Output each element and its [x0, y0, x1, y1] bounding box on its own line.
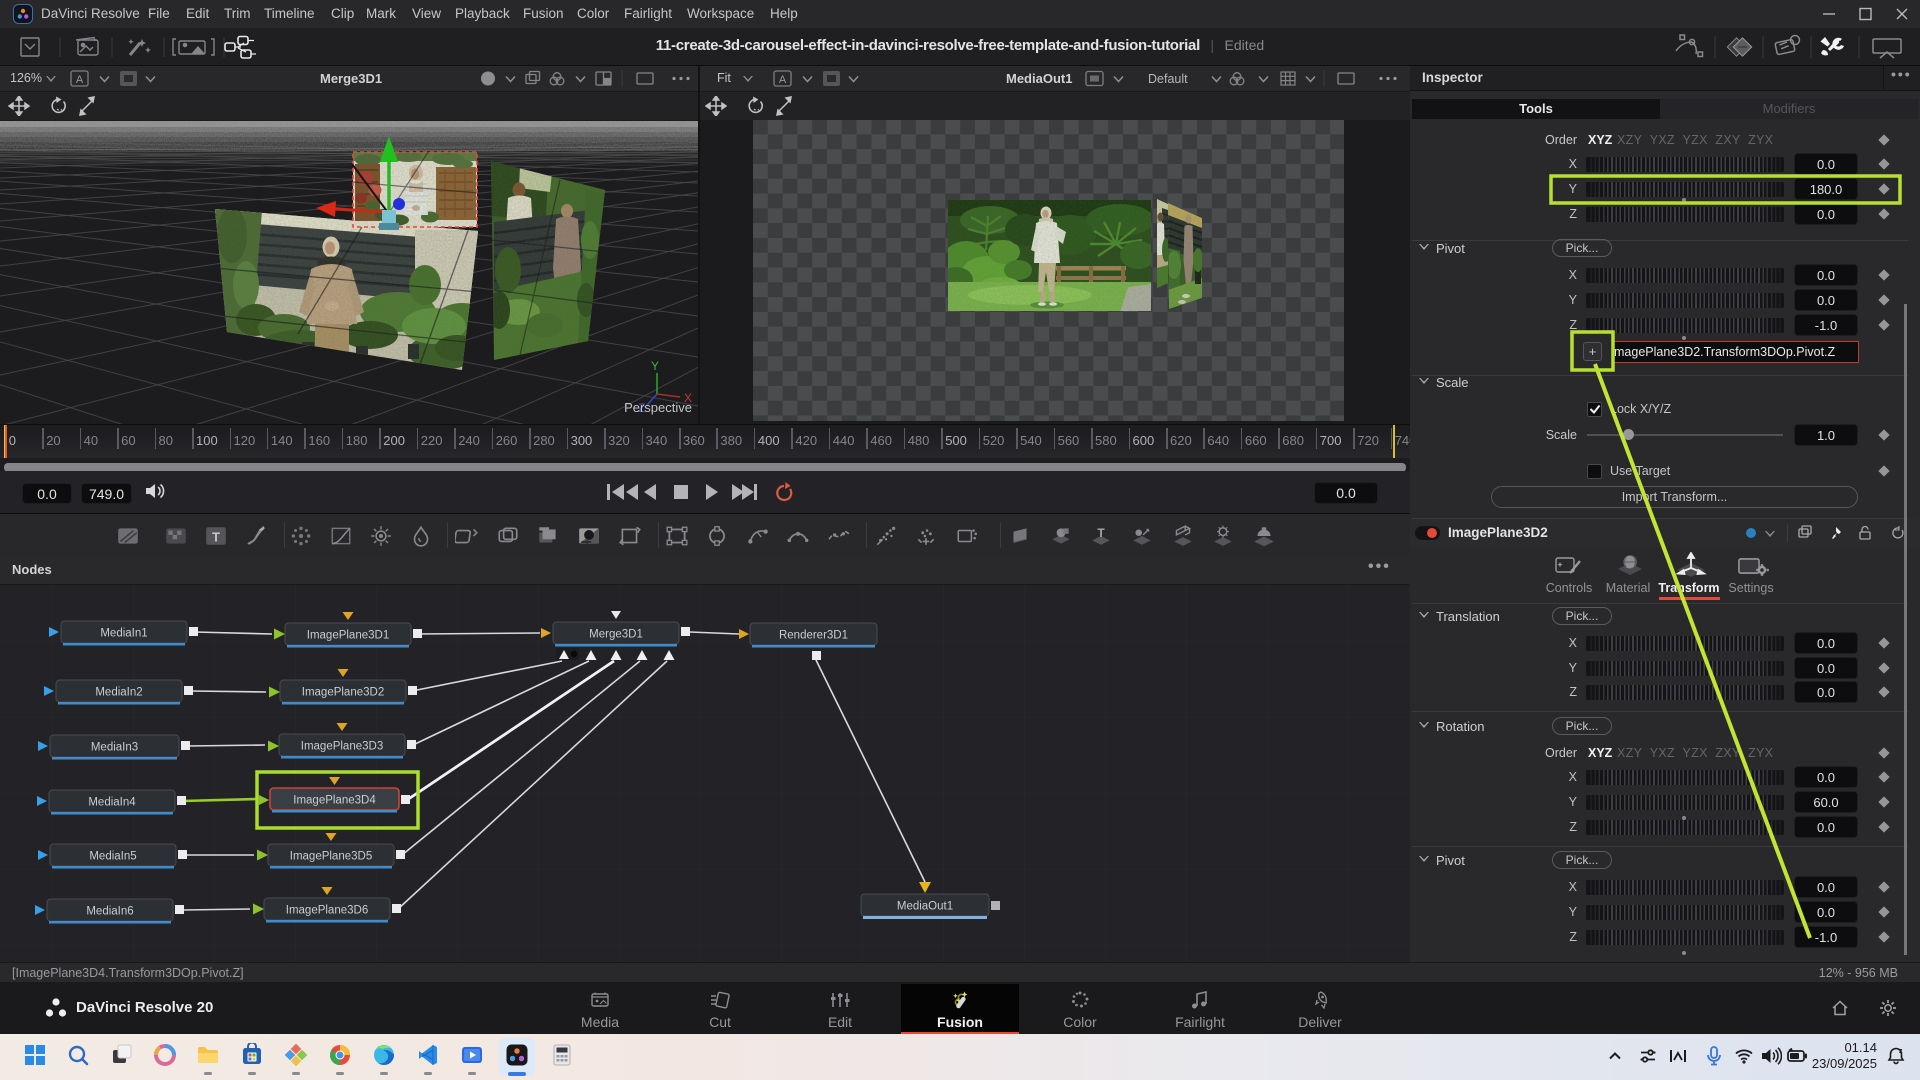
- svg-text:A: A: [76, 74, 84, 86]
- svg-text:MediaIn4: MediaIn4: [88, 797, 136, 809]
- svg-text:MediaIn5: MediaIn5: [89, 851, 136, 863]
- svg-text:Perspective: Perspective: [624, 400, 692, 415]
- svg-text:T: T: [212, 529, 220, 544]
- svg-text:ImagePlane3D4: ImagePlane3D4: [293, 795, 376, 807]
- svg-text:ImagePlane3D3: ImagePlane3D3: [301, 741, 383, 753]
- svg-text:Merge3D1: Merge3D1: [589, 629, 643, 641]
- svg-text:Default: Default: [1148, 72, 1188, 86]
- svg-text:ImagePlane3D2: ImagePlane3D2: [302, 687, 384, 699]
- svg-text:MediaIn1: MediaIn1: [100, 628, 147, 640]
- svg-text:Y: Y: [651, 359, 659, 373]
- svg-text:MediaIn6: MediaIn6: [86, 906, 133, 918]
- svg-text:MediaOut1: MediaOut1: [897, 901, 953, 913]
- svg-text:z: z: [1899, 1048, 1903, 1055]
- svg-text:T: T: [1097, 526, 1105, 540]
- svg-text:ImagePlane3D5: ImagePlane3D5: [290, 851, 372, 863]
- svg-text:Renderer3D1: Renderer3D1: [779, 630, 848, 642]
- svg-text:ImagePlane3D6: ImagePlane3D6: [286, 905, 368, 917]
- svg-text:MediaIn3: MediaIn3: [91, 742, 138, 754]
- svg-text:A: A: [779, 74, 787, 86]
- svg-text:MediaIn2: MediaIn2: [95, 687, 142, 699]
- svg-text:ImagePlane3D1: ImagePlane3D1: [307, 630, 389, 642]
